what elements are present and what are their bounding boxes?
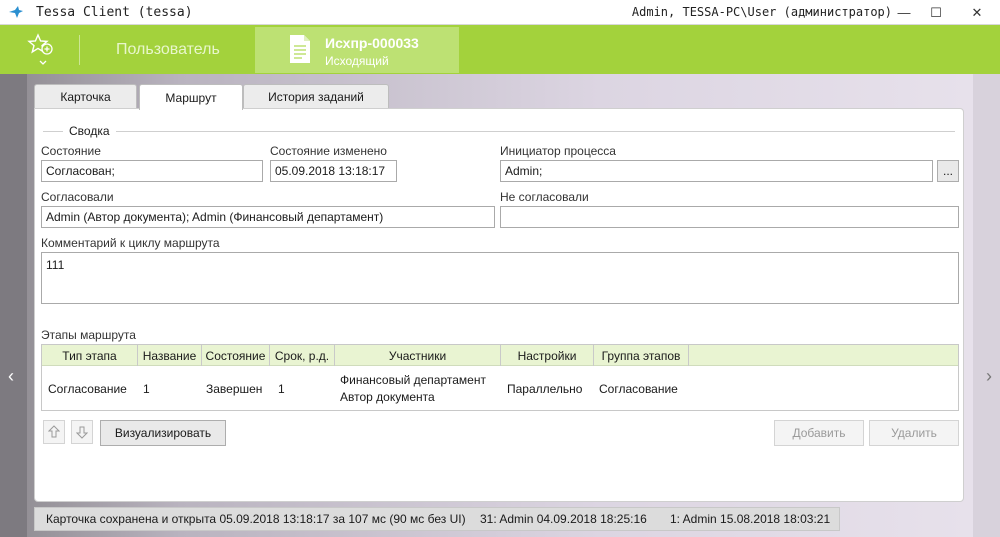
document-icon xyxy=(290,35,310,63)
state-changed-field[interactable]: 05.09.2018 13:18:17 xyxy=(270,160,397,182)
star-add-icon xyxy=(27,33,53,65)
summary-group-title: Сводка xyxy=(63,124,116,138)
status-version-31[interactable]: 31: Admin 04.09.2018 18:25:16 xyxy=(480,512,647,526)
summary-group-line xyxy=(43,131,955,132)
delete-stage-button[interactable]: Удалить xyxy=(869,420,959,446)
cell-name: 1 xyxy=(143,382,150,396)
arrow-down-icon xyxy=(76,426,88,439)
move-down-button[interactable] xyxy=(71,420,93,444)
cell-participant-1: Финансовый департамент xyxy=(340,373,486,387)
column-header-settings[interactable]: Настройки xyxy=(501,345,594,366)
window-title: Tessa Client (tessa) xyxy=(36,4,193,20)
status-version-1[interactable]: 1: Admin 15.08.2018 18:03:21 xyxy=(670,512,830,526)
table-row[interactable]: Согласование 1 Завершен 1 Финансовый деп… xyxy=(42,367,958,410)
approved-field[interactable]: Admin (Автор документа); Admin (Финансов… xyxy=(41,206,495,228)
initiator-field[interactable]: Admin; xyxy=(500,160,933,182)
column-header-state[interactable]: Состояние xyxy=(202,345,270,366)
route-panel: Сводка Состояние Согласован; Состояние и… xyxy=(34,108,964,502)
tab-task-history[interactable]: История заданий xyxy=(243,84,389,109)
chevron-right-icon[interactable]: › xyxy=(986,366,992,387)
initiator-label: Инициатор процесса xyxy=(500,144,616,158)
tab-route-label: Маршрут xyxy=(165,90,217,105)
user-menu-tab[interactable]: Пользователь xyxy=(116,41,220,59)
cell-term: 1 xyxy=(278,382,285,396)
not-approved-field[interactable] xyxy=(500,206,959,228)
chevron-left-icon[interactable]: ‹ xyxy=(8,366,14,387)
status-saved-text: Карточка сохранена и открыта 05.09.2018 … xyxy=(46,512,466,526)
initiator-select-button[interactable]: ... xyxy=(937,160,959,182)
left-side-panel[interactable]: ‹ xyxy=(0,74,27,537)
add-stage-button[interactable]: Добавить xyxy=(774,420,864,446)
column-header-term[interactable]: Срок, р.д. xyxy=(270,345,335,366)
favorites-button[interactable] xyxy=(26,31,60,71)
right-side-panel[interactable]: › xyxy=(973,74,1000,537)
document-number: Исхпр-000033 xyxy=(325,35,419,51)
state-field[interactable]: Согласован; xyxy=(41,160,263,182)
open-document-tab[interactable]: Исхпр-000033 Исходящий xyxy=(255,27,459,73)
tab-card-label: Карточка xyxy=(60,90,111,104)
tab-route[interactable]: Маршрут xyxy=(139,84,243,110)
approved-label: Согласовали xyxy=(41,190,114,204)
status-bar: Карточка сохранена и открыта 05.09.2018 … xyxy=(34,507,840,531)
not-approved-label: Не согласовали xyxy=(500,190,589,204)
current-user-info: Admin, TESSA-PC\User (администратор) xyxy=(631,5,892,19)
tessa-bird-icon xyxy=(8,4,24,20)
cell-participant-2: Автор документа xyxy=(340,390,435,404)
tab-card[interactable]: Карточка xyxy=(34,84,137,109)
column-header-name[interactable]: Название xyxy=(138,345,202,366)
visualize-button[interactable]: Визуализировать xyxy=(100,420,226,446)
state-label: Состояние xyxy=(41,144,101,158)
document-type: Исходящий xyxy=(325,54,389,68)
move-up-button[interactable] xyxy=(43,420,65,444)
comment-textarea[interactable]: 111 xyxy=(41,252,959,304)
cell-settings: Параллельно xyxy=(507,382,583,396)
column-header-group[interactable]: Группа этапов xyxy=(594,345,689,366)
tab-task-history-label: История заданий xyxy=(268,90,364,104)
stages-table-header: Тип этапа Название Состояние Срок, р.д. … xyxy=(42,345,958,366)
cell-type: Согласование xyxy=(48,382,127,396)
window-titlebar: Tessa Client (tessa) Admin, TESSA-PC\Use… xyxy=(0,0,1000,25)
minimize-button[interactable]: — xyxy=(888,0,920,25)
comment-label: Комментарий к циклу маршрута xyxy=(41,236,220,250)
arrow-up-icon xyxy=(48,425,60,438)
header-separator xyxy=(79,35,80,65)
cell-state: Завершен xyxy=(206,382,263,396)
stages-label: Этапы маршрута xyxy=(41,328,136,342)
state-changed-label: Состояние изменено xyxy=(270,144,387,158)
column-header-participants[interactable]: Участники xyxy=(335,345,501,366)
cell-group: Согласование xyxy=(599,382,678,396)
column-header-type[interactable]: Тип этапа xyxy=(42,345,138,366)
app-header: Пользователь Исхпр-000033 Исходящий xyxy=(0,25,1000,74)
stages-table: Тип этапа Название Состояние Срок, р.д. … xyxy=(41,344,959,411)
close-window-button[interactable]: ✕ xyxy=(954,0,1000,25)
maximize-button[interactable]: ☐ xyxy=(920,0,952,25)
